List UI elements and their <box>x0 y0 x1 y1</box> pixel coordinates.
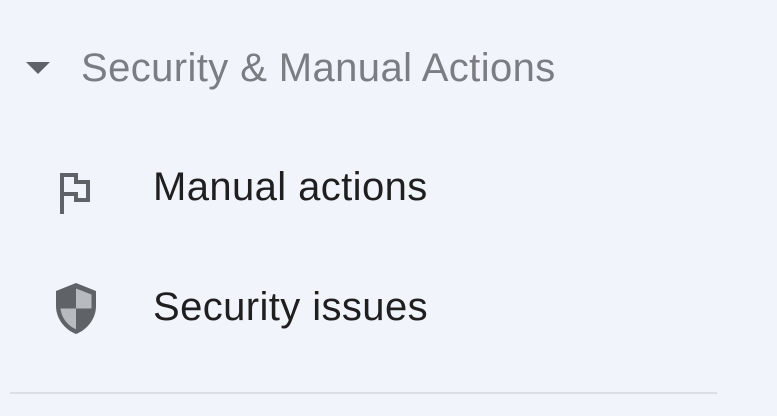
shield-icon <box>48 280 104 336</box>
divider <box>10 392 717 394</box>
nav-item-label: Manual actions <box>153 165 428 209</box>
nav-item-label: Security issues <box>153 285 428 329</box>
nav-item-manual-actions[interactable]: Manual actions <box>0 138 720 238</box>
section-header-security-manual-actions[interactable]: Security & Manual Actions <box>0 36 720 102</box>
nav-item-security-issues[interactable]: Security issues <box>0 258 720 358</box>
arrow-drop-down-icon <box>26 62 50 74</box>
section-title: Security & Manual Actions <box>81 46 556 90</box>
flag-icon <box>48 164 104 220</box>
